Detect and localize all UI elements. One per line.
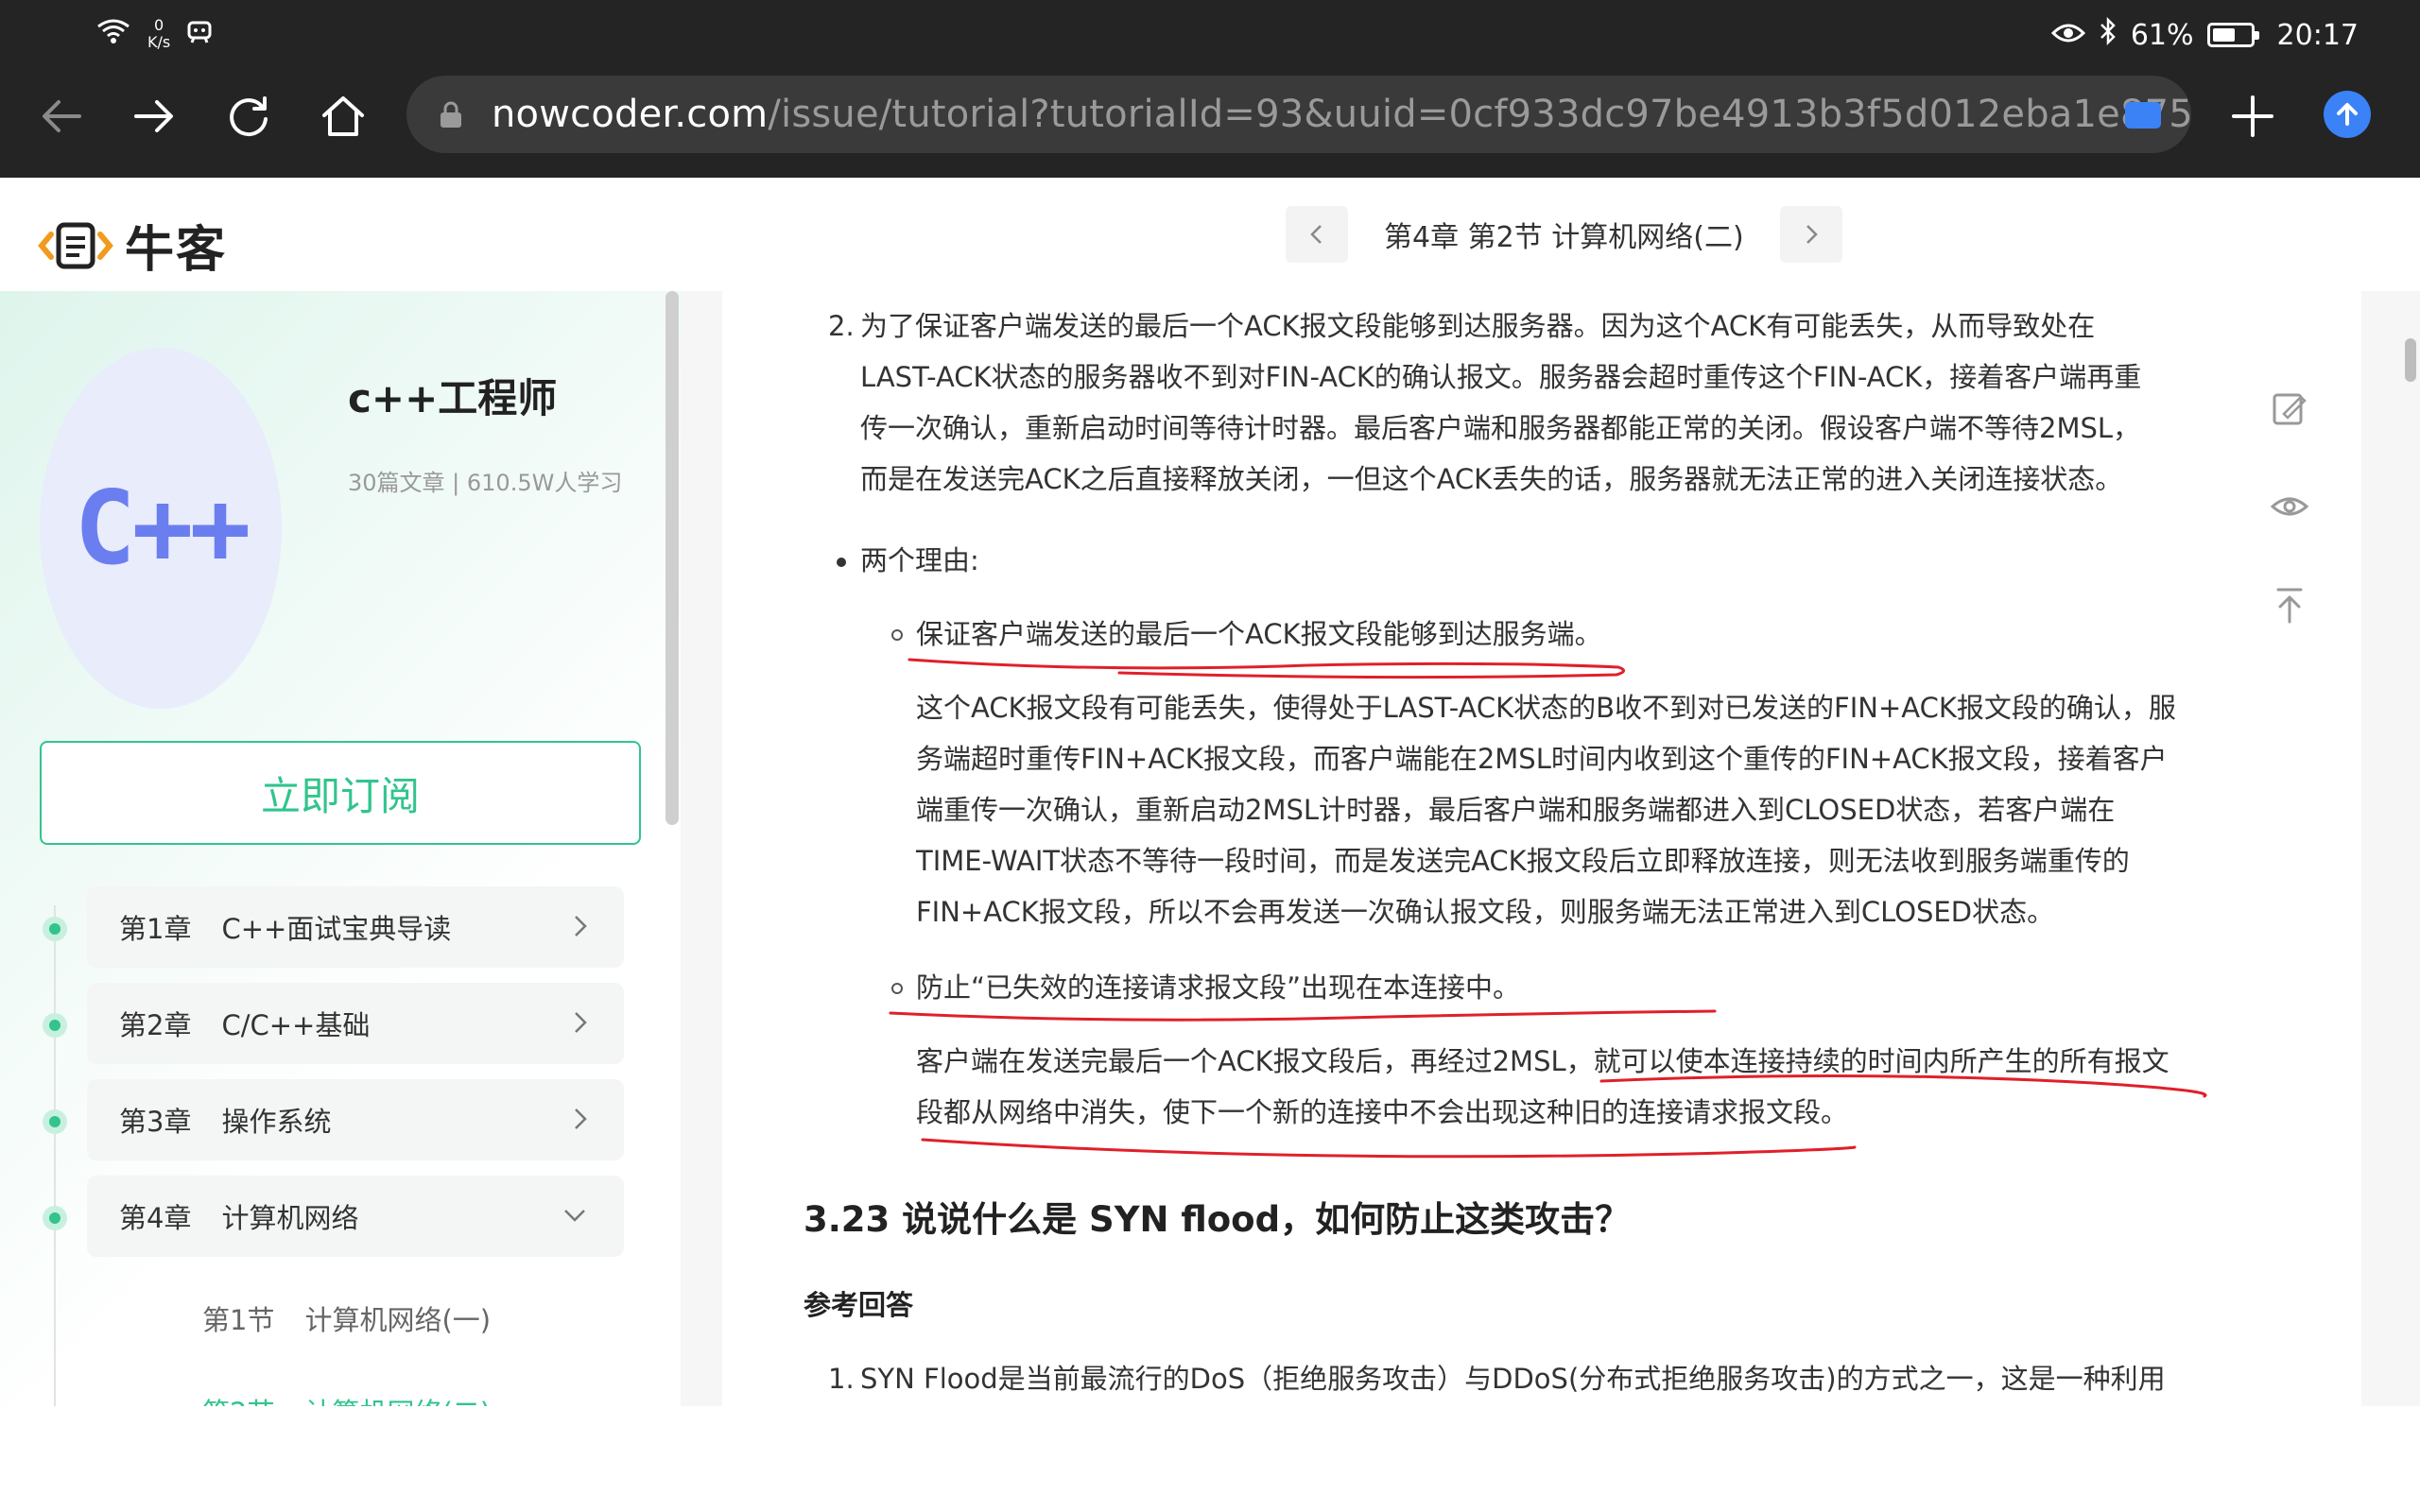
bullet-circle bbox=[891, 983, 903, 994]
logo-icon bbox=[38, 222, 113, 268]
underline-reason-2-detail-2 bbox=[921, 1138, 1857, 1159]
bottom-blank-area bbox=[0, 1406, 2420, 1512]
subscribe-button[interactable]: 立即订阅 bbox=[40, 741, 641, 845]
article-line: LAST-ACK状态的服务器收不到对FIN-ACK的确认报文。服务器会超时重传这… bbox=[860, 361, 2142, 393]
bullet-circle bbox=[891, 629, 903, 641]
chevron-down-icon bbox=[558, 1198, 592, 1239]
article-line: 客户端在发送完最后一个ACK报文段后，再经过2MSL，就可以使本连接持续的时间内… bbox=[916, 1045, 2169, 1077]
chevron-right-icon bbox=[569, 1102, 592, 1143]
network-speed: 0 K/s bbox=[147, 16, 171, 51]
url-text[interactable]: nowcoder.com/issue/tutorial?tutorialId=9… bbox=[492, 93, 2193, 136]
section-item-1[interactable]: 第1节 计算机网络(一) bbox=[202, 1298, 491, 1338]
site-header: 牛客 第4章 第2节 计算机网络(二) bbox=[0, 178, 2420, 291]
status-bar: 0 K/s 61% 20:17 bbox=[0, 17, 2420, 64]
chapter-navigation: 第4章 第2节 计算机网络(二) bbox=[1286, 206, 1842, 263]
chapter-status-dot bbox=[43, 917, 67, 941]
underline-reason-1 bbox=[908, 658, 1625, 679]
home-button[interactable] bbox=[310, 83, 376, 149]
timeline-line bbox=[54, 905, 56, 1406]
reasons-label: 两个理由: bbox=[860, 544, 979, 576]
reason-1-title: 保证客户端发送的最后一个ACK报文段能够到达服务端。 bbox=[916, 618, 1602, 650]
article-line: 传一次确认，重新启动时间等待计时器。最后客户端和服务器都能正常的关闭。假设客户端… bbox=[860, 412, 2141, 444]
app-notification-icon bbox=[185, 17, 214, 51]
address-bar[interactable]: nowcoder.com/issue/tutorial?tutorialId=9… bbox=[406, 76, 2193, 153]
reload-button[interactable] bbox=[216, 83, 282, 149]
chapter-status-dot bbox=[43, 1206, 67, 1230]
battery-icon bbox=[2206, 23, 2259, 47]
chapter-status-dot bbox=[43, 1109, 67, 1134]
course-sidebar: C++ c++工程师 30篇文章 | 610.5W人学习 立即订阅 第1章 C++… bbox=[0, 291, 681, 1406]
lock-icon bbox=[439, 100, 463, 132]
chapter-title: 第4章 第2节 计算机网络(二) bbox=[1384, 221, 1744, 254]
back-to-top-icon[interactable] bbox=[2269, 584, 2310, 629]
next-chapter-button[interactable] bbox=[1779, 206, 1842, 263]
list-number: 2. bbox=[828, 310, 855, 342]
back-button[interactable] bbox=[28, 83, 95, 149]
prev-chapter-button[interactable] bbox=[1286, 206, 1348, 263]
article-line: FIN+ACK报文段，所以不会再发送一次确认报文段，则服务端无法正常进入到CLO… bbox=[916, 896, 2055, 928]
chapter-item-3[interactable]: 第3章 操作系统 bbox=[87, 1079, 624, 1160]
article-line: 而是在发送完ACK之后直接释放关闭，一但这个ACK丢失的话，服务器就无法正常的进… bbox=[860, 463, 2123, 495]
new-tab-button[interactable] bbox=[2220, 83, 2286, 149]
chevron-right-icon bbox=[569, 909, 592, 950]
article-line: 这个ACK报文段有可能丢失，使得处于LAST-ACK状态的B收不到对已发送的FI… bbox=[916, 692, 2176, 724]
article-content: 2. 为了保证客户端发送的最后一个ACK报文段能够到达服务器。因为这个ACK有可… bbox=[722, 291, 2361, 1406]
course-avatar: C++ bbox=[40, 348, 282, 709]
article-line: 段都从网络中消失，使下一个新的连接中不会出现这种旧的连接请求报文段。 bbox=[916, 1096, 1849, 1128]
left-gutter bbox=[681, 291, 722, 1406]
reason-2-title: 防止“已失效的连接请求报文段”出现在本连接中。 bbox=[916, 971, 1521, 1004]
section-item-2[interactable]: 第2节计算机网络(二) bbox=[202, 1391, 491, 1406]
clock: 20:17 bbox=[2276, 18, 2359, 52]
bullet-dot bbox=[837, 558, 846, 567]
tab-switcher-icon[interactable] bbox=[2125, 102, 2161, 129]
eye-comfort-icon bbox=[2050, 19, 2085, 52]
battery-percent: 61% bbox=[2130, 18, 2194, 52]
wifi-icon bbox=[95, 17, 132, 51]
browser-chrome: 0 K/s 61% 20:17 nowcoder.com/issue/tutor… bbox=[0, 0, 2420, 178]
article-line: TIME-WAIT状态不等待一段时间，而是发送完ACK报文段后立即释放连接，则无… bbox=[916, 845, 2130, 877]
article-line: SYN Flood是当前最流行的DoS（拒绝服务攻击）与DDoS(分布式拒绝服务… bbox=[860, 1363, 2166, 1395]
nowcoder-logo[interactable]: 牛客 bbox=[38, 210, 227, 281]
section-heading: 3.23 说说什么是 SYN flood，如何防止这类攻击？ bbox=[804, 1199, 1631, 1240]
chapter-status-dot bbox=[43, 1013, 67, 1038]
edit-note-icon[interactable] bbox=[2269, 387, 2310, 433]
chevron-right-icon bbox=[569, 1005, 592, 1046]
course-title: c++工程师 bbox=[348, 375, 558, 421]
article-toolbar bbox=[2269, 387, 2310, 629]
sidebar-scrollbar[interactable] bbox=[666, 291, 679, 825]
chapter-item-4[interactable]: 第4章 计算机网络 bbox=[87, 1176, 624, 1257]
chapter-item-1[interactable]: 第1章 C++面试宝典导读 bbox=[87, 886, 624, 968]
article-line: 为了保证客户端发送的最后一个ACK报文段能够到达服务器。因为这个ACK有可能丢失… bbox=[860, 310, 2096, 342]
answer-label: 参考回答 bbox=[804, 1289, 914, 1321]
forward-button[interactable] bbox=[121, 83, 187, 149]
chapter-item-2[interactable]: 第2章 C/C++基础 bbox=[87, 983, 624, 1064]
upload-arrow-icon[interactable] bbox=[2324, 91, 2371, 138]
article-line: 端重传一次确认，重新启动2MSL计时器，最后客户端和服务端都进入到CLOSED状… bbox=[916, 794, 2116, 826]
right-gutter bbox=[2361, 291, 2420, 1406]
article-line: 务端超时重传FIN+ACK报文段，而客户端能在2MSL时间内收到这个重传的FIN… bbox=[916, 743, 2168, 775]
page-scrollbar[interactable] bbox=[2405, 338, 2416, 382]
list-number: 1. bbox=[828, 1363, 855, 1395]
course-meta: 30篇文章 | 610.5W人学习 bbox=[348, 470, 623, 496]
eye-icon[interactable] bbox=[2269, 486, 2310, 531]
bluetooth-icon bbox=[2099, 16, 2118, 53]
